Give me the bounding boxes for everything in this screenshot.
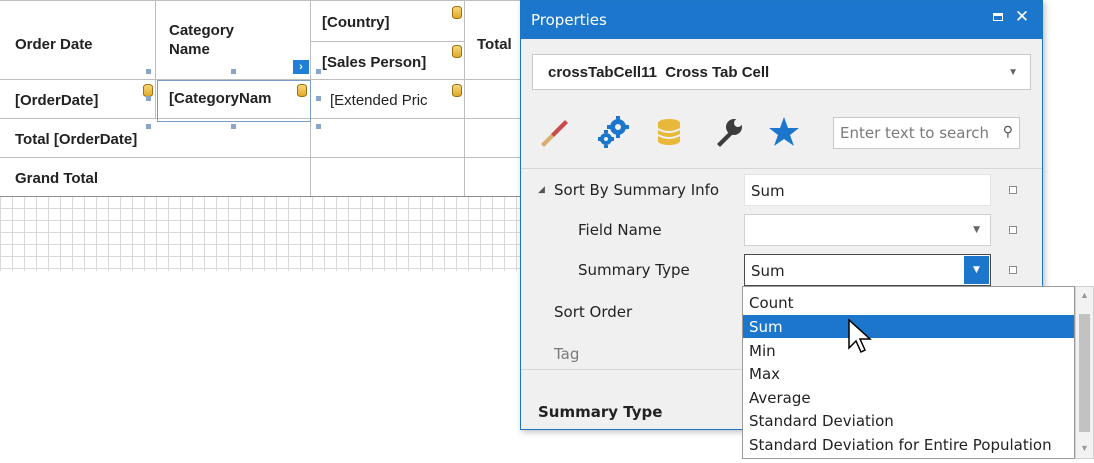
search-icon[interactable]: ⚲ [1003,123,1013,140]
option-label: Standard Deviation for Entire Population [749,436,1052,454]
header-total[interactable]: Total [477,36,512,53]
prop-label: Sort Order [554,303,633,321]
cell-extended-price[interactable]: [Extended Pric [330,92,454,109]
row-total-order-date[interactable]: Total [OrderDate] [15,131,137,148]
option-label: Min [749,342,776,360]
dropdown-option[interactable]: Count [743,291,1074,314]
prop-row-summary-type[interactable]: Summary Type Sum ▼ [521,251,1042,289]
header-sales-person[interactable]: [Sales Person] [322,54,452,71]
crosstab-line [0,157,540,158]
database-icon [452,84,462,97]
favorites-star-icon[interactable] [766,111,802,151]
option-label: Count [749,294,794,312]
panel-title-bar[interactable]: Properties ✕ [521,1,1042,39]
crosstab-line [155,0,156,118]
selection-handle[interactable] [316,96,321,101]
crosstab-border-bottom [0,196,540,197]
header-category-name[interactable]: Category Name [169,21,279,59]
selection-handle[interactable] [316,124,321,129]
property-search-box[interactable]: ⚲ [833,117,1020,149]
prop-row-field-name[interactable]: Field Name ▼ [521,211,1042,249]
sort-by-summary-info-field[interactable]: Sum [744,174,991,206]
header-country[interactable]: [Country] [322,14,390,31]
description-title: Summary Type [538,403,663,421]
prop-value-text: Sum [751,182,785,200]
cell-category-name[interactable]: [CategoryNam [169,90,297,107]
dropdown-option[interactable]: Min [743,339,1074,362]
object-selector-combo[interactable]: crossTabCell11 Cross Tab Cell ▼ [532,54,1031,90]
crosstab-line [464,0,465,196]
close-icon[interactable]: ✕ [1013,8,1031,26]
crosstab-line [310,41,465,42]
selected-object-name: crossTabCell11 [548,64,657,81]
data-database-icon[interactable] [651,111,687,151]
separator [521,168,1042,169]
option-label: Standard Deviation [749,412,894,430]
option-label: Sum [749,318,783,336]
selection-handle[interactable] [146,69,151,74]
scroll-thumb[interactable] [1079,314,1090,432]
property-search-input[interactable] [840,123,990,143]
option-label: Max [749,365,781,383]
designer-grid-surface[interactable] [0,196,540,276]
dropdown-option[interactable]: Standard Deviation for Entire Population [743,433,1074,456]
property-marker-icon[interactable] [1009,186,1017,194]
prop-row-sort-by-summary-info[interactable]: ◢ Sort By Summary Info Sum [521,171,1042,209]
database-icon [297,84,307,97]
crosstab-control[interactable]: Order Date Category Name [Country] [Sale… [0,0,540,197]
scroll-up-arrow-icon[interactable]: ▲ [1080,290,1089,300]
property-marker-icon[interactable] [1009,266,1017,274]
maximize-icon[interactable] [990,9,1008,27]
appearance-brush-icon[interactable] [537,111,573,151]
selection-handle[interactable] [146,124,151,129]
option-label: Average [749,389,811,407]
dropdown-scrollbar[interactable]: ▲ ▼ [1075,286,1094,459]
crosstab-border-top [0,0,540,1]
design-wrench-icon[interactable] [709,111,745,151]
behavior-gears-icon[interactable] [594,111,630,151]
selected-object-type: Cross Tab Cell [665,64,770,81]
smart-tag-arrow-icon[interactable]: › [293,60,309,74]
summary-type-combo[interactable]: Sum ▼ [744,254,991,286]
dropdown-option[interactable]: Max [743,362,1074,385]
field-name-combo[interactable]: ▼ [744,214,991,246]
dropdown-option-selected[interactable]: Sum [743,315,1074,338]
collapse-triangle-icon[interactable]: ◢ [538,184,545,195]
scroll-down-arrow-icon[interactable]: ▼ [1080,443,1089,453]
prop-label: Field Name [578,221,662,239]
dropdown-option[interactable]: Standard Deviation [743,409,1074,432]
row-grand-total[interactable]: Grand Total [15,170,98,187]
property-marker-icon[interactable] [1009,226,1017,234]
summary-type-dropdown[interactable]: Count Sum Min Max Average Standard Devia… [742,286,1075,459]
selection-handle[interactable] [316,69,321,74]
database-icon [452,45,462,58]
database-icon [452,6,462,19]
prop-label: Tag [554,345,580,363]
chevron-down-icon[interactable]: ▼ [964,256,989,284]
prop-label: Summary Type [578,261,690,279]
prop-label: Sort By Summary Info [554,181,720,199]
selection-handle[interactable] [231,69,236,74]
dropdown-option[interactable]: Average [743,386,1074,409]
selection-handle[interactable] [146,96,151,101]
header-order-date[interactable]: Order Date [15,36,93,53]
prop-value-text: Sum [751,262,785,280]
panel-title: Properties [531,11,607,29]
mouse-pointer-icon [848,318,872,354]
chevron-down-icon: ▼ [1008,67,1018,78]
chevron-down-icon[interactable]: ▼ [973,225,980,235]
cell-order-date[interactable]: [OrderDate] [15,92,98,109]
selection-handle[interactable] [231,124,236,129]
